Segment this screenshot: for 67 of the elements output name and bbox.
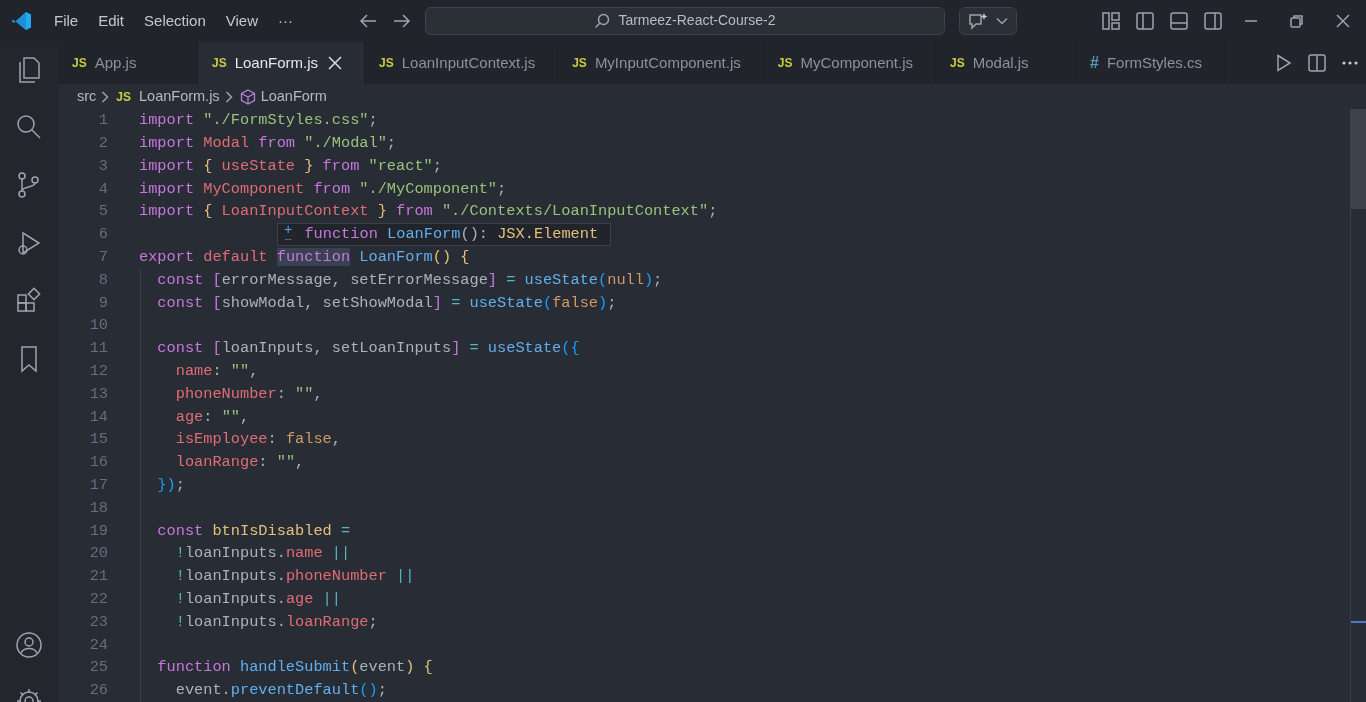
line-number: 12 (88, 361, 108, 383)
line-number: 8 (97, 269, 108, 291)
line-number: 18 (88, 497, 108, 519)
restore-icon[interactable] (1290, 13, 1304, 28)
close-icon[interactable] (328, 55, 343, 70)
account-icon[interactable] (14, 630, 44, 660)
editor-tab[interactable]: JS LoanForm.js (198, 41, 366, 84)
chevron-right-icon (224, 90, 233, 103)
line-number: 19 (88, 520, 108, 542)
breadcrumb-item[interactable]: LoanForm.js (139, 85, 220, 108)
menu-item[interactable]: Edit (88, 9, 135, 33)
panel-icon[interactable] (1170, 11, 1188, 30)
primary-sidebar-icon[interactable] (1136, 11, 1154, 30)
cube-icon (239, 88, 256, 105)
line-number: 4 (97, 178, 108, 200)
chat-sparkle-icon (968, 11, 988, 30)
line-number: 5 (97, 201, 108, 223)
line-number: 15 (88, 429, 108, 451)
line-number: 14 (88, 406, 108, 428)
run-icon[interactable] (1276, 53, 1292, 72)
line-number: 26 (88, 680, 108, 702)
line-number: 25 (88, 657, 108, 679)
line-number: 20 (88, 543, 108, 565)
line-number: 7 (97, 247, 108, 269)
line-number: 3 (97, 155, 108, 177)
breadcrumb-item[interactable]: LoanForm (260, 85, 327, 108)
hover-signature: function LoanForm(): JSX.Element (304, 224, 599, 246)
code-line: export default function LoanForm() { (139, 247, 471, 269)
forward-arrow-icon[interactable] (393, 12, 411, 29)
breadcrumb-item[interactable]: src (77, 85, 97, 108)
chevron-right-icon (101, 90, 110, 103)
app-logo-icon (10, 9, 32, 32)
code-line: import Modal from "./Modal"; (139, 133, 398, 155)
layout-customize-icon[interactable] (1102, 11, 1120, 30)
line-number: 17 (88, 475, 108, 497)
expand-hover-button[interactable]: + (284, 224, 293, 236)
line-number: 1 (97, 110, 108, 132)
overview-ruler-marker (1351, 621, 1366, 624)
line-number: 2 (97, 133, 108, 155)
code-line: import { useState } from "react"; (139, 155, 443, 177)
line-number: 11 (88, 338, 108, 360)
menu-item[interactable]: File (44, 9, 89, 33)
line-number: 9 (97, 292, 108, 314)
line-number: 21 (88, 566, 108, 588)
line-number: 6 (97, 224, 108, 246)
menu-item[interactable]: View (215, 9, 268, 33)
line-number: 24 (88, 634, 108, 656)
close-icon[interactable] (1336, 13, 1350, 28)
split-editor-icon[interactable] (1308, 53, 1326, 72)
back-arrow-icon[interactable] (359, 12, 377, 29)
secondary-sidebar-icon[interactable] (1204, 11, 1222, 30)
command-center-search[interactable]: Tarmeez-React-Course-2 (425, 6, 945, 35)
line-number: 10 (88, 315, 108, 337)
code-line: import { LoanInputContext } from "./Contexts/LoanInputContext"; (139, 201, 719, 223)
menu-item[interactable]: Selection (134, 9, 216, 33)
line-number: 16 (88, 452, 108, 474)
line-number: 22 (88, 589, 108, 610)
menu-item[interactable]: ··· (268, 9, 303, 33)
code-line: import MyComponent from "./MyComponent"; (139, 178, 508, 200)
more-actions-icon[interactable] (1342, 60, 1358, 65)
code-line: import "./FormStyles.css"; (139, 110, 379, 132)
chat-button[interactable] (959, 6, 1017, 35)
caret-icon (996, 16, 1008, 25)
file-type-label: JS (116, 88, 132, 106)
search-icon (594, 12, 611, 29)
line-number: 23 (88, 611, 108, 633)
line-number: 13 (88, 383, 108, 405)
